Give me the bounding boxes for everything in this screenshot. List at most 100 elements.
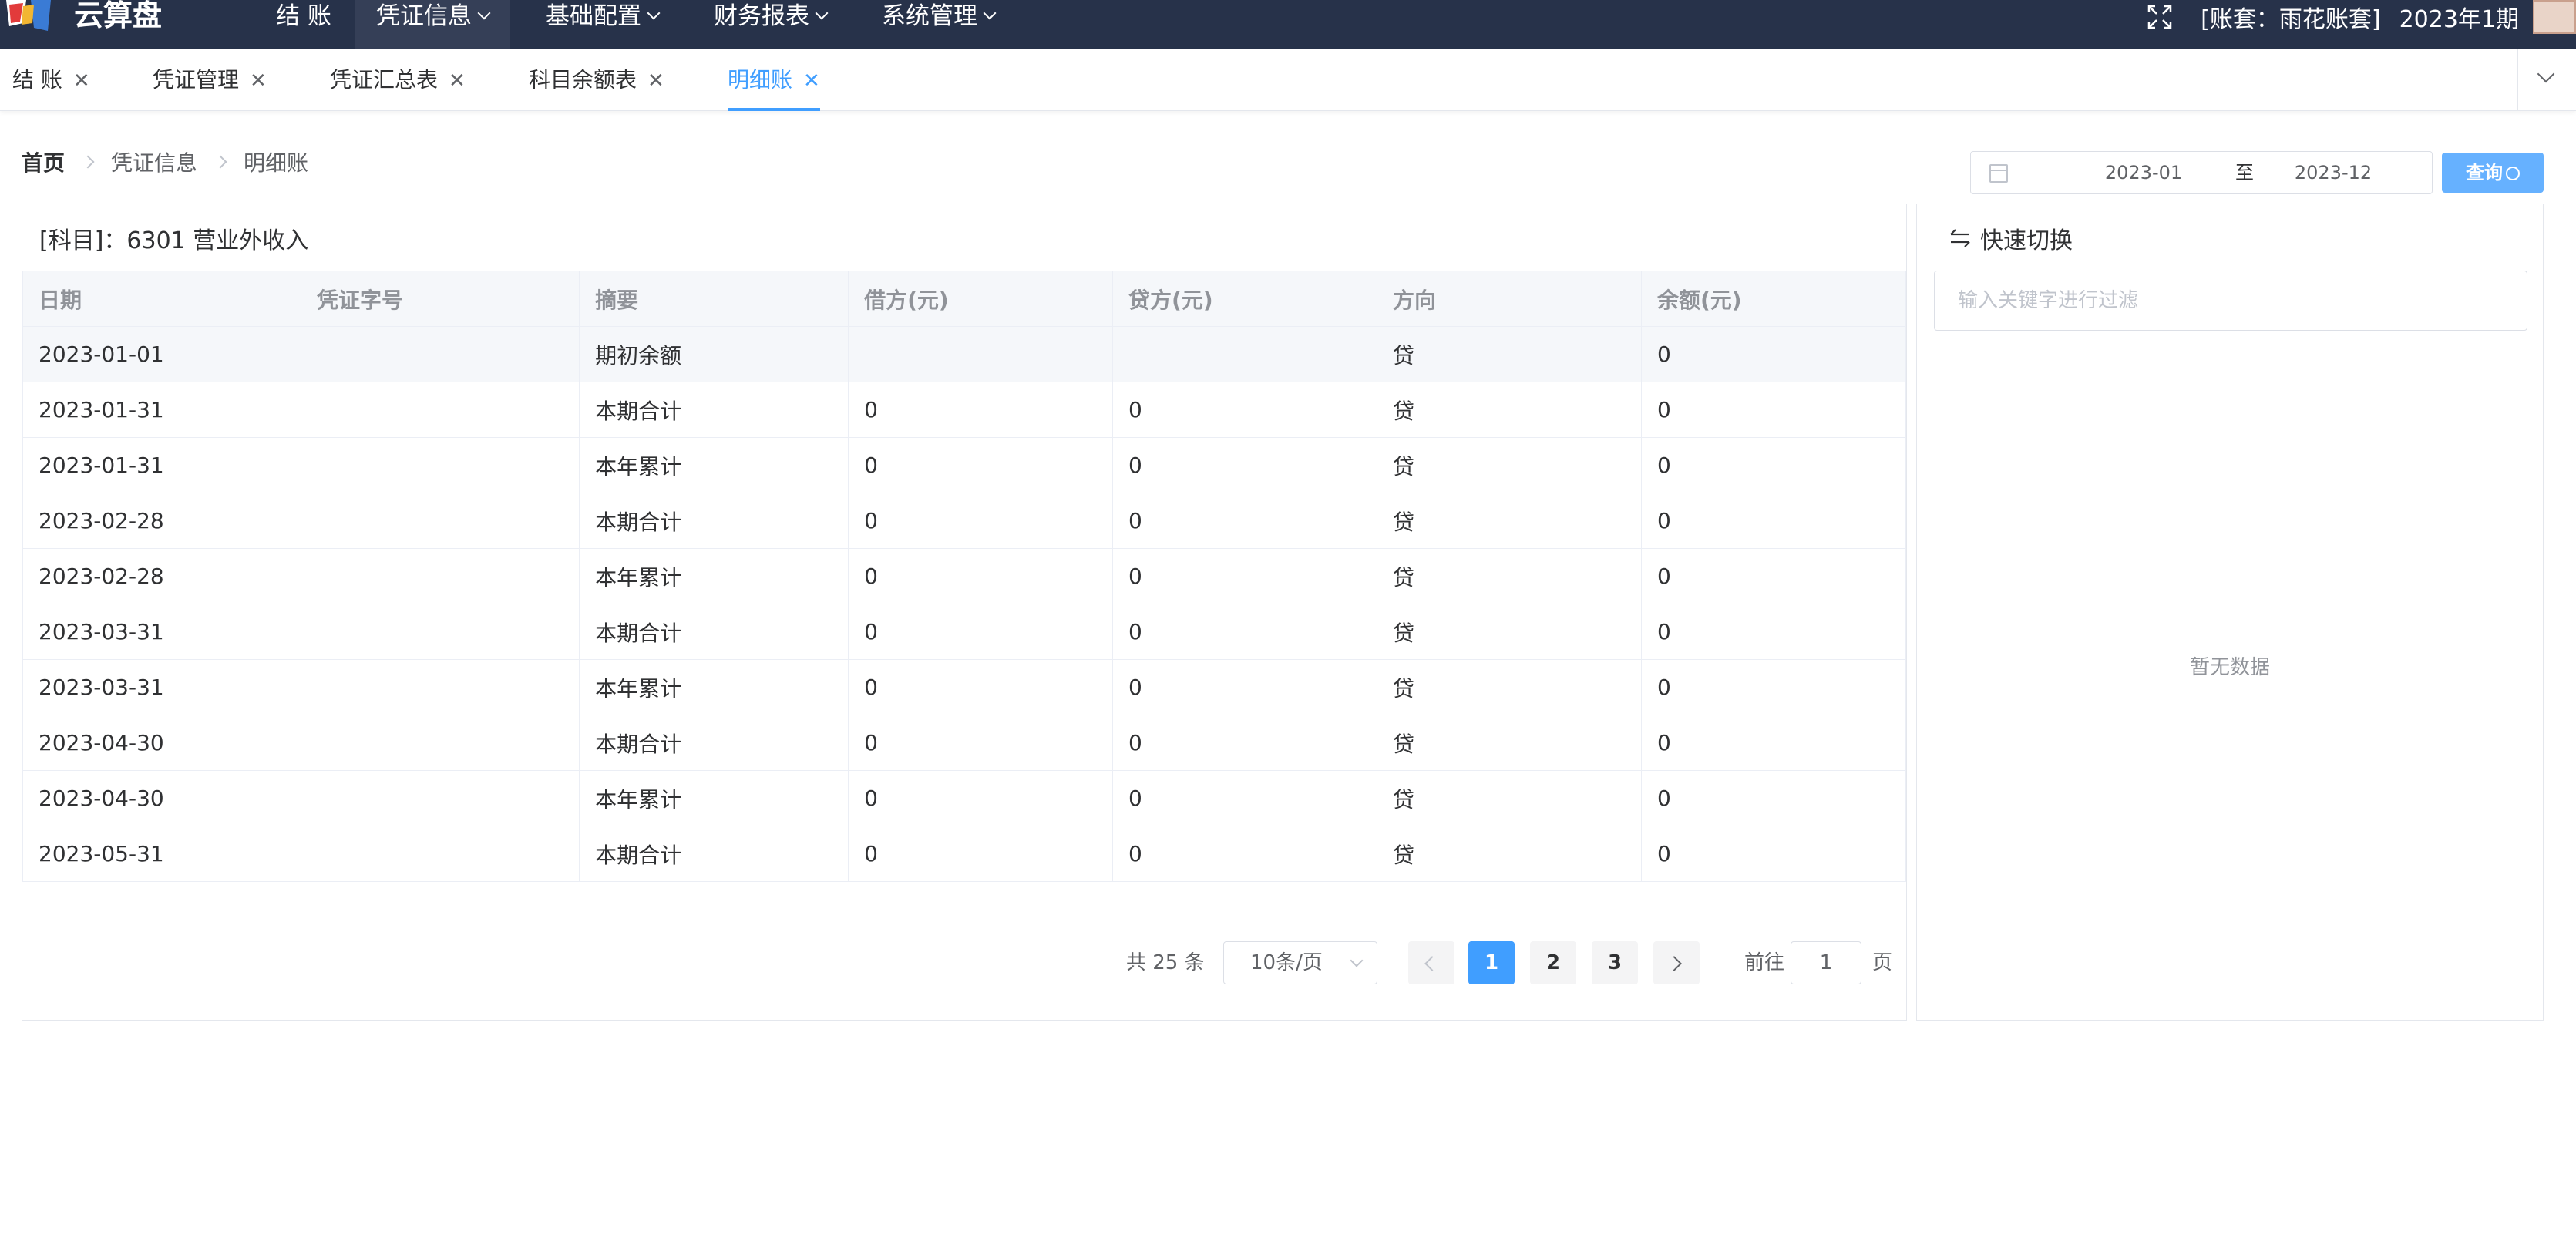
breadcrumb: 首页 凭证信息 明细账 [22,146,308,177]
nav-item-financial-reports[interactable]: 财务报表 [692,0,848,49]
avatar[interactable] [2533,0,2576,34]
table-cell: 0 [848,493,1114,549]
page-button-3[interactable]: 3 [1592,941,1638,984]
table-cell [301,659,580,715]
breadcrumb-item: 凭证信息 [111,150,198,176]
table-cell: 0 [1112,493,1377,549]
table-cell [301,770,580,826]
next-page-button[interactable] [1653,941,1700,984]
table-row[interactable]: 2023-02-28 本年累计 0 0 贷 0 [22,548,1907,604]
date-start[interactable]: 2023-01 [2067,152,2221,193]
account-label: [账套：雨花账套] [2201,6,2381,33]
table-cell: 0 [1112,770,1377,826]
close-icon[interactable]: ✕ [73,69,90,93]
tab-label: 凭证汇总表 [330,67,439,93]
table-cell: 0 [848,382,1114,438]
table-cell: 0 [848,659,1114,715]
date-range-picker[interactable]: 2023-01 至 2023-12 [1970,151,2433,194]
fullscreen-icon[interactable] [2147,4,2173,30]
nav-item-label: 基础配置 [546,2,641,30]
table-row[interactable]: 2023-03-31 本期合计 0 0 贷 0 [22,604,1907,660]
close-icon[interactable]: ✕ [647,69,664,93]
goto-label: 前往 [1744,951,1785,974]
table-cell: 2023-02-28 [22,493,302,549]
goto-page-input[interactable] [1791,941,1861,984]
tab-voucher-management[interactable]: 凭证管理 ✕ [153,49,267,111]
chevron-down-icon [815,6,829,20]
table-cell: 0 [1640,770,1907,826]
table-cell: 0 [848,826,1114,882]
table-cell: 0 [1640,326,1907,382]
table-cell [301,604,580,660]
nav-item-closing[interactable]: 结 账 [254,0,353,49]
table-cell [301,715,580,771]
table-cell: 贷 [1377,437,1642,493]
table-cell: 0 [1112,548,1377,604]
chevron-right-icon [81,155,95,169]
column-header: 借方(元) [848,271,1114,327]
pagination: 共 25 条 10条/页 1 2 3 前往 页 [22,941,1906,984]
tab-voucher-summary[interactable]: 凭证汇总表 ✕ [330,49,466,111]
table-cell [848,326,1114,382]
close-icon[interactable]: ✕ [449,69,466,93]
close-icon[interactable]: ✕ [250,69,267,93]
table-row[interactable]: 2023-04-30 本期合计 0 0 贷 0 [22,715,1907,771]
column-header: 余额(元) [1640,271,1907,327]
nav-item-voucher-info[interactable]: 凭证信息 [355,0,510,49]
date-end[interactable]: 2023-12 [2256,152,2410,193]
table-cell [301,382,580,438]
column-header: 凭证字号 [301,271,580,327]
table-cell: 贷 [1377,548,1642,604]
tab-label: 结 账 [12,67,62,93]
table-cell: 贷 [1377,826,1642,882]
tab-detail-ledger[interactable]: 明细账 ✕ [728,49,820,111]
table-row[interactable]: 2023-01-31 本期合计 0 0 贷 0 [22,382,1907,438]
table-cell: 0 [848,604,1114,660]
table-cell: 2023-01-31 [22,437,302,493]
table-cell: 本年累计 [579,659,849,715]
table-cell: 贷 [1377,604,1642,660]
filter-input[interactable] [1934,271,2527,331]
table-cell: 本期合计 [579,382,849,438]
breadcrumb-home[interactable]: 首页 [22,146,65,177]
table-cell: 2023-01-31 [22,382,302,438]
table-cell: 0 [1112,715,1377,771]
breadcrumb-item: 明细账 [244,150,309,176]
table-cell: 贷 [1377,326,1642,382]
page-button-2[interactable]: 2 [1530,941,1576,984]
table-row[interactable]: 2023-01-01 期初余额 贷 0 [22,326,1907,382]
query-button[interactable]: 查询 [2442,153,2544,193]
table-cell [301,437,580,493]
table-row[interactable]: 2023-01-31 本年累计 0 0 贷 0 [22,437,1907,493]
table-cell: 0 [848,770,1114,826]
tabs-more-button[interactable] [2517,49,2576,111]
table-cell: 2023-01-01 [22,326,302,382]
table-row[interactable]: 2023-05-31 本期合计 0 0 贷 0 [22,826,1907,882]
table-cell: 2023-02-28 [22,548,302,604]
table-cell: 0 [1640,604,1907,660]
header-right: [账套：雨花账套] 2023年1期 [2147,0,2576,34]
table-cell: 贷 [1377,382,1642,438]
tab-account-balance[interactable]: 科目余额表 ✕ [529,49,664,111]
table-row[interactable]: 2023-03-31 本年累计 0 0 贷 0 [22,659,1907,715]
quick-switch-panel: 快速切换 暂无数据 [1916,204,2544,1021]
close-icon[interactable]: ✕ [803,69,820,93]
nav-item-basic-config[interactable]: 基础配置 [524,0,680,49]
table-row[interactable]: 2023-04-30 本年累计 0 0 贷 0 [22,770,1907,826]
table-row[interactable]: 2023-02-28 本期合计 0 0 贷 0 [22,493,1907,549]
calendar-icon [1989,164,2008,183]
chevron-down-icon [983,6,997,20]
app-name: 云算盘 [74,0,163,32]
nav-item-label: 系统管理 [882,2,977,30]
prev-page-button[interactable] [1408,941,1454,984]
search-icon [2506,167,2520,180]
quick-switch-label: 快速切换 [1980,227,2073,254]
nav-item-system-admin[interactable]: 系统管理 [860,0,1016,49]
table-cell: 0 [1640,826,1907,882]
table-cell: 0 [848,437,1114,493]
tab-closing[interactable]: 结 账 ✕ [12,49,90,111]
table-cell: 0 [848,715,1114,771]
page-size-select[interactable]: 10条/页 [1223,941,1377,984]
page-button-1[interactable]: 1 [1468,941,1515,984]
table-cell: 0 [1640,548,1907,604]
